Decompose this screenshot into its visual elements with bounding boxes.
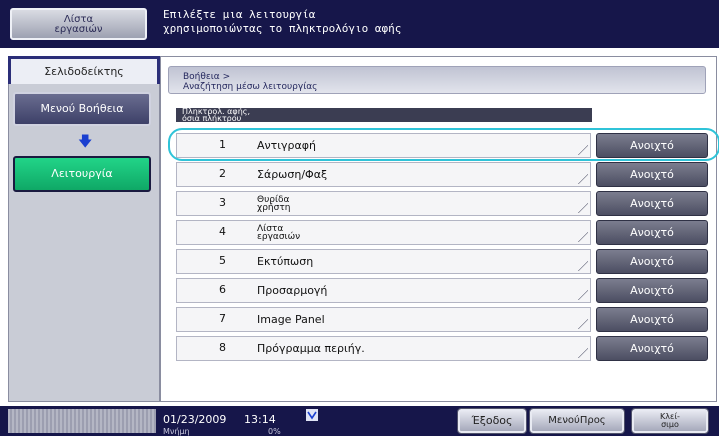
bookmark-tab[interactable]: Σελιδοδείκτης [8, 56, 160, 84]
list-item[interactable]: 7 Image Panel [176, 307, 591, 332]
exit-button[interactable]: Έξοδος [457, 408, 527, 434]
function-button[interactable]: Λειτουργία [13, 156, 151, 192]
row-label: Λίστα εργασιών [257, 224, 301, 242]
open-button[interactable]: Ανοιχτό [596, 336, 708, 361]
arrow-down-icon: 🡇 [78, 134, 93, 150]
row-number: 6 [219, 283, 226, 296]
list-item[interactable]: 3 Θυρίδα χρήστη [176, 191, 591, 216]
status-area [8, 409, 156, 433]
menu-button[interactable]: ΜενούΠρος [529, 408, 625, 434]
list-item[interactable]: 6 Προσαρμογή [176, 278, 591, 303]
corner-mark-icon [578, 261, 588, 271]
row-label: Εκτύπωση [257, 255, 314, 268]
open-button[interactable]: Ανοιχτό [596, 307, 708, 332]
row-label: Πρόγραμμα περιήγ. [257, 342, 365, 355]
open-button[interactable]: Ανοιχτό [596, 278, 708, 303]
open-button[interactable]: Ανοιχτό [596, 249, 708, 274]
list-item[interactable]: 4 Λίστα εργασιών [176, 220, 591, 245]
date: 01/23/2009 [163, 413, 227, 426]
row-number: 4 [219, 225, 226, 238]
corner-mark-icon [578, 203, 588, 213]
open-button[interactable]: Ανοιχτό [596, 162, 708, 187]
open-button[interactable]: Ανοιχτό [596, 191, 708, 216]
row-label: Προσαρμογή [257, 284, 328, 297]
close-button[interactable]: Κλεί- σιμο [631, 408, 709, 434]
row-number: 7 [219, 312, 226, 325]
network-status-icon [306, 409, 318, 421]
column-header: Πληκτρολ. αφής, όσια πλήκτρου [176, 108, 592, 122]
selection-highlight [168, 128, 719, 161]
list-item[interactable]: 5 Εκτύπωση [176, 249, 591, 274]
row-number: 8 [219, 341, 226, 354]
corner-mark-icon [578, 232, 588, 242]
corner-mark-icon [578, 319, 588, 329]
screen: Λίστα εργασιών Επιλέξτε μια λειτουργία χ… [0, 0, 719, 436]
help-menu-button[interactable]: Μενού Βοήθεια [13, 92, 151, 126]
memory-label: Μνήμη [163, 427, 190, 436]
row-number: 5 [219, 254, 226, 267]
row-number: 3 [219, 196, 226, 209]
corner-mark-icon [578, 174, 588, 184]
row-number: 2 [219, 167, 226, 180]
list-item[interactable]: 2 Σάρωση/Φαξ [176, 162, 591, 187]
row-label: Θυρίδα χρήστη [257, 195, 291, 213]
memory-value: 0% [268, 427, 281, 436]
list-item[interactable]: 8 Πρόγραμμα περιήγ. [176, 336, 591, 361]
time: 13:14 [244, 413, 276, 426]
corner-mark-icon [578, 290, 588, 300]
open-button[interactable]: Ανοιχτό [596, 220, 708, 245]
row-label: Σάρωση/Φαξ [257, 168, 328, 181]
job-list-button[interactable]: Λίστα εργασιών [10, 8, 147, 40]
row-label: Image Panel [257, 313, 325, 326]
breadcrumb: Βοήθεια > Αναζήτηση μέσω λειτουργίας [168, 66, 706, 94]
corner-mark-icon [578, 348, 588, 358]
instruction-message: Επιλέξτε μια λειτουργία χρησιμοποιώντας … [163, 8, 402, 35]
